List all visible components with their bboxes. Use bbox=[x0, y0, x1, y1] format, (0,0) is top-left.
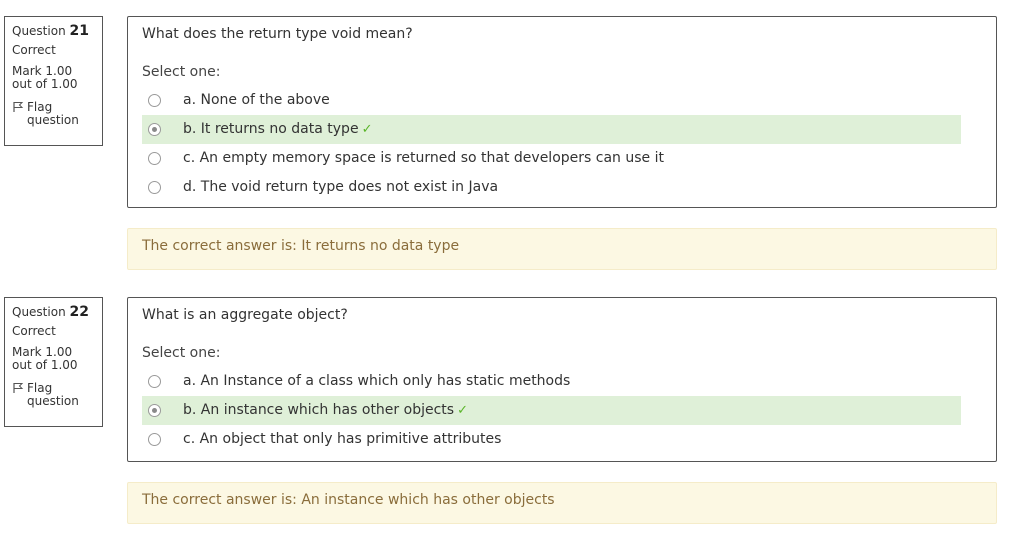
answer-options: a. An Instance of a class which only has… bbox=[142, 367, 961, 454]
answer-option-d[interactable]: d. The void return type does not exist i… bbox=[142, 173, 961, 202]
flag-question-label: Flag question bbox=[27, 381, 79, 408]
question-info: Question 21 Correct Mark 1.00 out of 1.0… bbox=[4, 16, 103, 146]
flag-question-link[interactable]: Flag question bbox=[12, 382, 102, 408]
option-label: b. It returns no data type bbox=[183, 121, 359, 137]
flag-question-link[interactable]: Flag question bbox=[12, 101, 102, 127]
question-number-prefix: Question bbox=[12, 305, 66, 319]
check-icon: ✓ bbox=[457, 403, 468, 418]
radio-button[interactable] bbox=[148, 94, 161, 107]
question-text: What is an aggregate object? bbox=[142, 307, 348, 323]
option-label-wrap: b. An instance which has other objects ✓ bbox=[183, 402, 468, 418]
option-label: b. An instance which has other objects bbox=[183, 402, 455, 418]
radio-button[interactable] bbox=[148, 375, 161, 388]
radio-button-selected[interactable] bbox=[148, 123, 161, 136]
radio-button[interactable] bbox=[148, 181, 161, 194]
answer-option-c[interactable]: c. An object that only has primitive att… bbox=[142, 425, 961, 454]
question-number: 21 bbox=[69, 23, 89, 39]
question-formulation: What does the return type void mean? Sel… bbox=[127, 16, 997, 208]
answer-option-b[interactable]: b. An instance which has other objects ✓ bbox=[142, 396, 961, 425]
radio-button[interactable] bbox=[148, 152, 161, 165]
correct-answer-feedback: The correct answer is: It returns no dat… bbox=[127, 228, 997, 270]
select-one-prompt: Select one: bbox=[142, 345, 221, 361]
correct-answer-feedback: The correct answer is: An instance which… bbox=[127, 482, 997, 524]
answer-option-a[interactable]: a. None of the above bbox=[142, 86, 961, 115]
question-grade: Mark 1.00 out of 1.00 bbox=[12, 345, 78, 372]
question-text: What does the return type void mean? bbox=[142, 26, 413, 42]
question-number: 22 bbox=[69, 304, 89, 320]
question-state: Correct bbox=[12, 324, 56, 338]
answer-option-c[interactable]: c. An empty memory space is returned so … bbox=[142, 144, 961, 173]
option-label: c. An object that only has primitive att… bbox=[183, 431, 502, 447]
option-label: c. An empty memory space is returned so … bbox=[183, 150, 664, 166]
flag-icon bbox=[13, 102, 24, 112]
question-number-prefix: Question bbox=[12, 24, 66, 38]
question-number-line: Question 21 bbox=[12, 23, 102, 39]
option-label: d. The void return type does not exist i… bbox=[183, 179, 499, 195]
answer-option-a[interactable]: a. An Instance of a class which only has… bbox=[142, 367, 961, 396]
question-info: Question 22 Correct Mark 1.00 out of 1.0… bbox=[4, 297, 103, 427]
check-icon: ✓ bbox=[361, 122, 373, 137]
answer-option-b[interactable]: b. It returns no data type ✓ bbox=[142, 115, 961, 144]
option-label: a. None of the above bbox=[183, 92, 330, 108]
select-one-prompt: Select one: bbox=[142, 64, 221, 80]
question-formulation: What is an aggregate object? Select one:… bbox=[127, 297, 997, 462]
radio-button-selected[interactable] bbox=[148, 404, 161, 417]
question-number-line: Question 22 bbox=[12, 304, 102, 320]
answer-options: a. None of the above b. It returns no da… bbox=[142, 86, 961, 202]
flag-icon bbox=[13, 383, 24, 393]
option-label-wrap: b. It returns no data type ✓ bbox=[183, 121, 372, 137]
question-state: Correct bbox=[12, 43, 56, 57]
radio-button[interactable] bbox=[148, 433, 161, 446]
option-label: a. An Instance of a class which only has… bbox=[183, 373, 571, 389]
question-grade: Mark 1.00 out of 1.00 bbox=[12, 64, 78, 91]
flag-question-label: Flag question bbox=[27, 100, 79, 127]
